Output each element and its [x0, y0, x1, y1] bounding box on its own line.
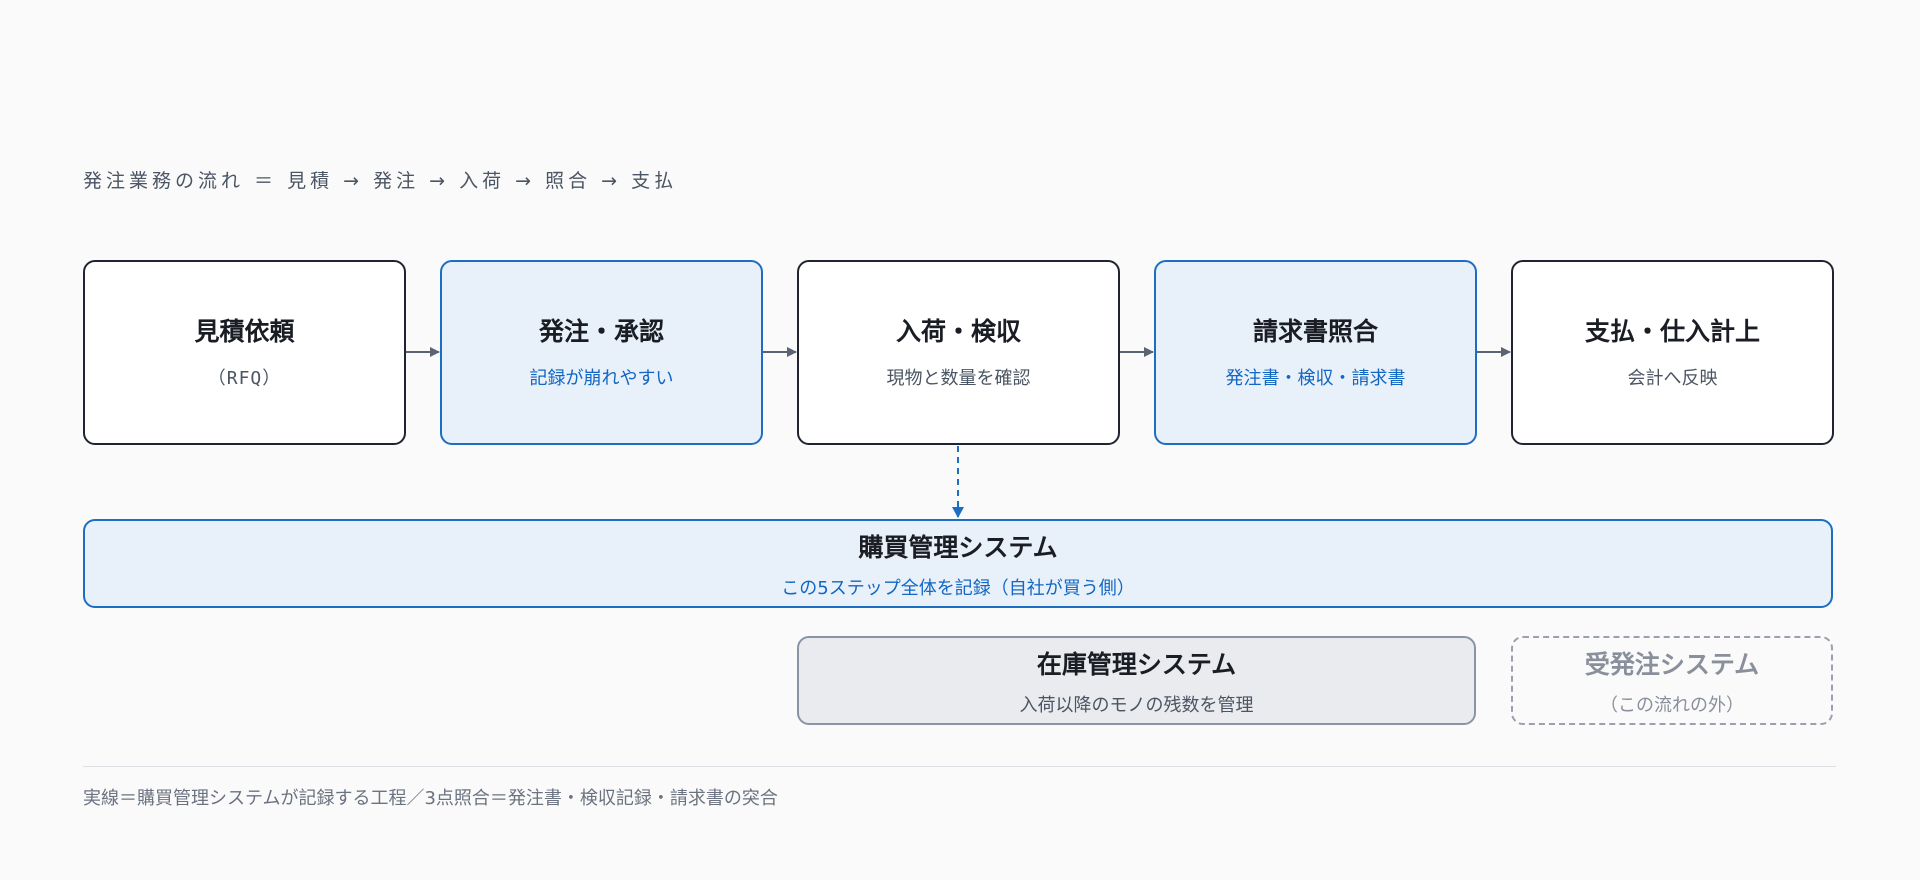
step-order-approval: 発注・承認 記録が崩れやすい: [440, 260, 763, 445]
step-title: 請求書照合: [1252, 316, 1378, 346]
inventory-management-system: 在庫管理システム 入荷以降のモノの残数を管理: [797, 636, 1476, 725]
system-subtitle: （この流れの外）: [1600, 694, 1744, 716]
step-invoice-matching: 請求書照合 発注書・検収・請求書: [1154, 260, 1477, 445]
step-receiving-inspection: 入荷・検収 現物と数量を確認: [797, 260, 1120, 445]
step-rfq: 見積依頼 （RFQ）: [83, 260, 406, 445]
step-title: 発注・承認: [538, 316, 664, 346]
step-title: 支払・仕入計上: [1584, 316, 1760, 346]
step-title: 見積依頼: [194, 316, 295, 346]
step-subtitle: 会計へ反映: [1627, 367, 1718, 389]
step-subtitle: 現物と数量を確認: [886, 367, 1031, 389]
legend-note: 実線＝購買管理システムが記録する工程／3点照合＝発注書・検収記録・請求書の突合: [83, 788, 778, 809]
order-system: 受発注システム （この流れの外）: [1511, 636, 1833, 725]
system-title: 購買管理システム: [858, 532, 1058, 562]
system-title: 受発注システム: [1584, 649, 1760, 679]
step-subtitle: 記録が崩れやすい: [529, 367, 674, 389]
system-subtitle: 入荷以降のモノの残数を管理: [1019, 694, 1254, 716]
step-subtitle: 発注書・検収・請求書: [1225, 367, 1406, 389]
purchase-management-system: 購買管理システム この5ステップ全体を記録（自社が買う側）: [83, 519, 1833, 608]
step-subtitle: （RFQ）: [207, 367, 282, 389]
system-title: 在庫管理システム: [1036, 649, 1237, 679]
flow-caption: 発注業務の流れ ＝ 見積 → 発注 → 入荷 → 照合 → 支払: [83, 170, 678, 192]
step-payment: 支払・仕入計上 会計へ反映: [1511, 260, 1834, 445]
step-title: 入荷・検収: [895, 316, 1021, 346]
system-subtitle: この5ステップ全体を記録（自社が買う側）: [781, 577, 1135, 599]
divider: [83, 766, 1836, 767]
